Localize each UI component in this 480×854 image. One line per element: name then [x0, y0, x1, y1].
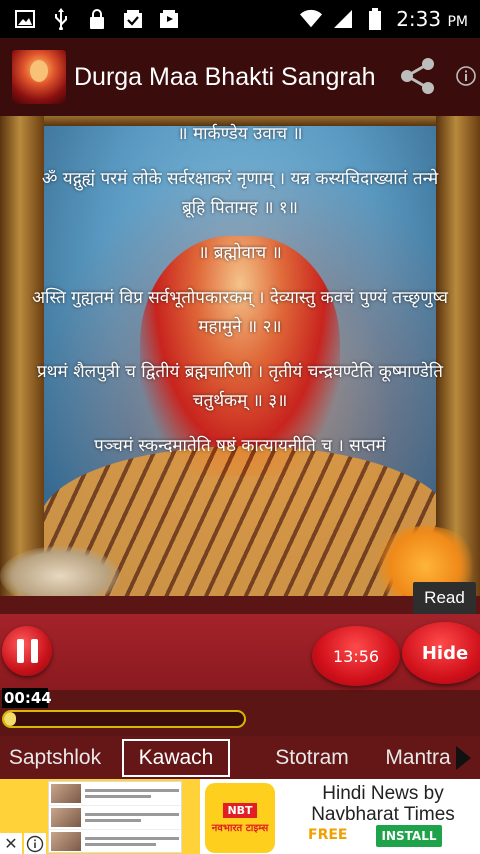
read-tooltip: Read	[413, 582, 476, 614]
usb-icon	[50, 8, 72, 30]
pause-icon	[16, 639, 24, 663]
signal-icon	[332, 8, 354, 30]
hide-button[interactable]: Hide	[402, 622, 480, 684]
info-icon[interactable]	[454, 64, 478, 88]
seek-bar-fill	[4, 712, 16, 726]
tab-bar: Saptshlok Kawach Stotram Mantra	[0, 736, 480, 779]
share-icon[interactable]	[398, 56, 438, 96]
battery-icon	[364, 8, 386, 30]
ad-install-button[interactable]: INSTALL	[376, 825, 442, 847]
lyric-line: ॥ मार्कण्डेय उवाच ॥	[177, 124, 303, 144]
ad-info-icon[interactable]	[24, 833, 46, 854]
lyric-line: अस्ति गुह्यतमं विप्र सर्वभूतोपकारकम् । द…	[32, 288, 448, 337]
ad-app-logo: NBT नवभारत टाइम्स	[205, 783, 275, 853]
audio-player: 13:56 Hide 00:44	[0, 596, 480, 736]
lyric-line: ॐ यद्गुह्यं परमं लोके सर्वरक्षाकरं नृणाम…	[41, 169, 439, 218]
pause-button[interactable]	[2, 626, 52, 676]
wifi-icon	[300, 8, 323, 30]
close-icon[interactable]: ✕	[0, 833, 22, 854]
lock-icon	[86, 8, 108, 30]
seek-bar[interactable]	[2, 710, 246, 728]
tab-stotram[interactable]: Stotram	[252, 739, 372, 777]
tab-saptshlok[interactable]: Saptshlok	[0, 739, 110, 777]
lyric-line: पञ्चमं स्कन्दमातेति षष्ठं कात्यायनीति च …	[94, 436, 386, 456]
app-bar: Durga Maa Bhakti Sangrah	[0, 38, 480, 116]
lyric-line: प्रथमं शैलपुत्री च द्वितीयं ब्रह्मचारिणी…	[37, 362, 443, 411]
ad-title: Hindi News by Navbharat Times	[311, 783, 455, 825]
ad-free-label: FREE	[308, 827, 348, 843]
lyrics-panel[interactable]: ॥ मार्कण्डेय उवाच ॥ ॐ यद्गुह्यं परमं लोक…	[0, 116, 480, 596]
download-done-icon	[122, 8, 144, 30]
music-download-icon	[158, 8, 180, 30]
ad-banner[interactable]: NBT नवभारत टाइम्स Hindi News by Navbhara…	[0, 779, 480, 854]
lyric-line: ॥ ब्रह्मोवाच ॥	[198, 243, 282, 263]
lyrics-text: ॥ मार्कण्डेय उवाच ॥ ॐ यद्गुह्यं परमं लोक…	[30, 116, 450, 596]
elapsed-time: 00:44	[2, 688, 52, 708]
tab-next-icon[interactable]	[454, 743, 478, 773]
tab-kawach[interactable]: Kawach	[122, 738, 230, 777]
app-logo	[12, 50, 66, 104]
status-bar: 2:33 PM	[0, 0, 480, 38]
clock: 2:33 PM	[396, 7, 468, 31]
pause-icon	[30, 639, 38, 663]
timer-button[interactable]: 13:56	[312, 626, 400, 686]
tab-mantra[interactable]: Mantra	[384, 739, 452, 777]
ad-news-preview	[48, 781, 182, 853]
image-icon	[14, 8, 36, 30]
page-title: Durga Maa Bhakti Sangrah	[74, 62, 376, 91]
